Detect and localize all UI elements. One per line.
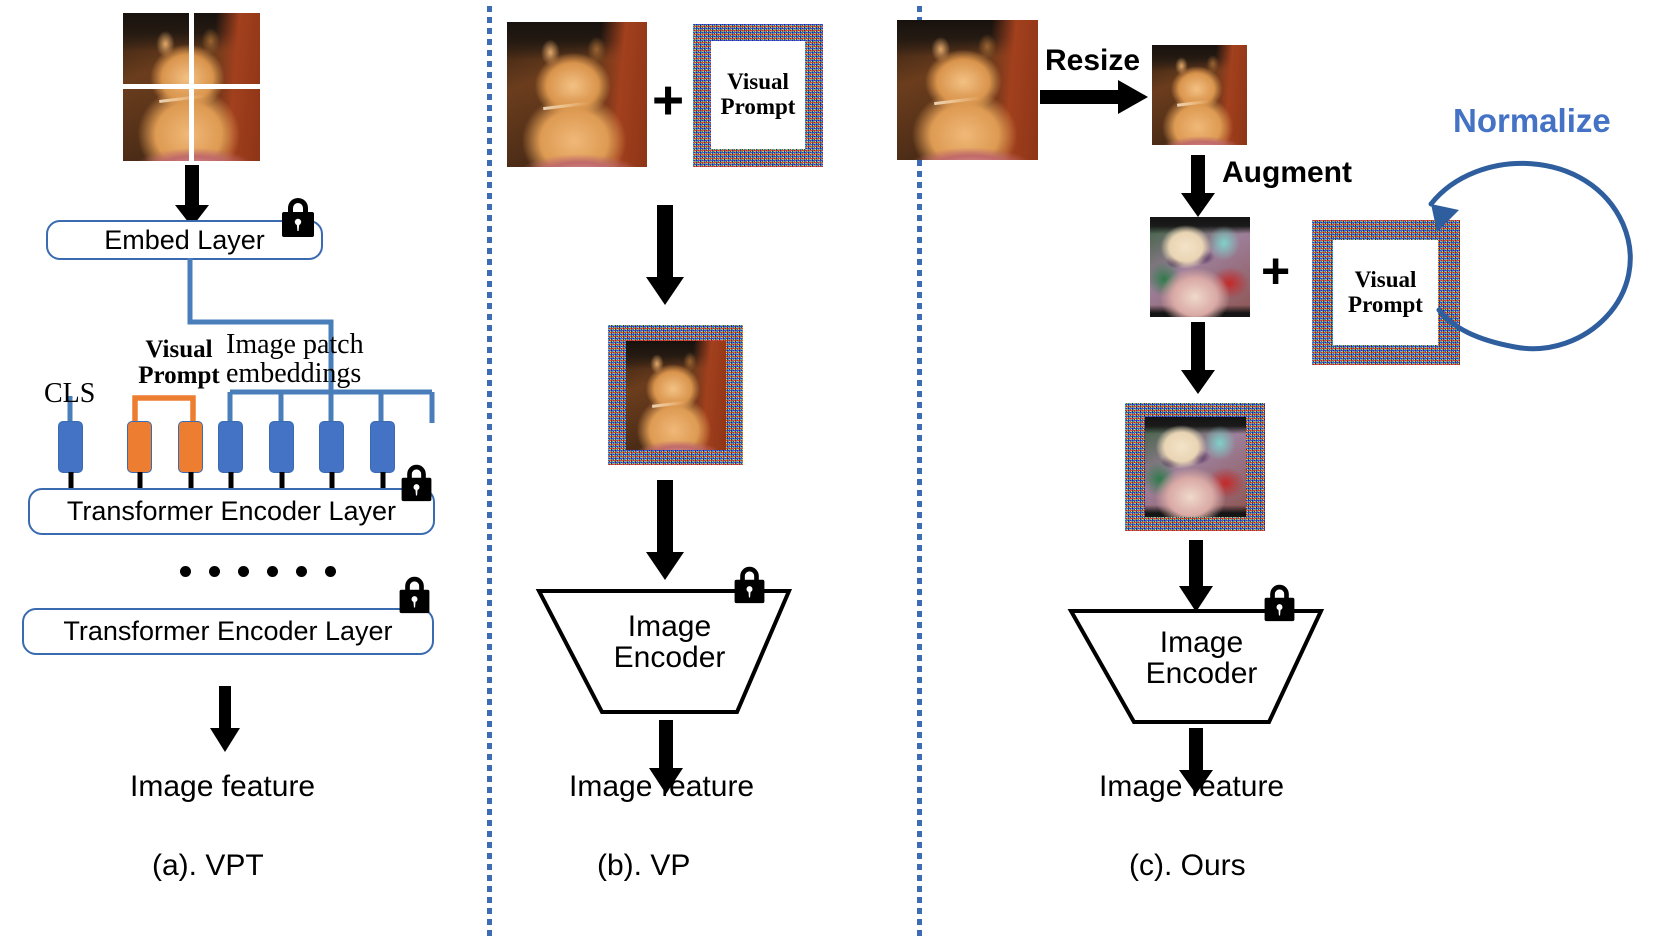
- composite-cat-c: [1145, 417, 1246, 517]
- image-feature-label-a: Image feature: [130, 770, 316, 803]
- transformer-encoder-layer-top[interactable]: Transformer Encoder Layer: [28, 488, 435, 535]
- lock-icon: [1264, 584, 1295, 622]
- lock-icon: [399, 576, 430, 614]
- visual-prompt-line1-b: Visual: [727, 69, 789, 95]
- plus-sign-c: +: [1261, 243, 1291, 299]
- patch-embeddings-line1: Image patch: [226, 329, 364, 360]
- embed-layer-label: Embed Layer: [104, 224, 265, 255]
- panel-vpt: Embed Layer CLS Visual Prompt Image patc…: [0, 0, 487, 945]
- visual-prompt-label: Visual Prompt: [124, 337, 234, 389]
- augmented-cat-image-c: [1150, 217, 1250, 317]
- layers-ellipsis: [180, 566, 336, 577]
- normalize-loop-arrow: [1428, 160, 1633, 352]
- arrow-encoder-to-feature: [210, 686, 240, 752]
- visual-prompt-window-b: Visual Prompt: [711, 41, 805, 149]
- lock-icon: [734, 566, 765, 604]
- image-encoder-c[interactable]: Image Encoder: [1067, 608, 1334, 726]
- lock-icon: [282, 198, 314, 237]
- prompted-image-c: [1125, 403, 1265, 531]
- composite-cat-b: [626, 341, 726, 450]
- visual-prompt-label-line2: Prompt: [138, 362, 220, 389]
- patch-embeddings-label: Image patch embeddings: [226, 330, 426, 388]
- normalize-label: Normalize: [1453, 102, 1611, 139]
- arrow-augment: [1181, 155, 1215, 217]
- visual-prompt-frame-b: Visual Prompt: [693, 24, 823, 167]
- token-patch-4[interactable]: [370, 421, 395, 473]
- panel-ours: Resize Augment + Visual Prompt Normalize: [897, 0, 1663, 945]
- token-prompt-2[interactable]: [178, 421, 203, 473]
- token-patch-1[interactable]: [218, 421, 243, 473]
- arrow-sum-to-composite-b: [646, 205, 684, 305]
- image-feature-label-c: Image feature: [1099, 770, 1285, 803]
- patched-cat-image: [123, 13, 260, 161]
- cls-label: CLS: [44, 378, 96, 409]
- prompted-image-b: [608, 325, 743, 465]
- arrow-composite-to-encoder-c: [1179, 540, 1213, 612]
- resize-label: Resize: [1045, 44, 1141, 77]
- image-feature-label-b: Image feature: [569, 770, 755, 803]
- panel-caption-b: (b). VP: [597, 849, 691, 882]
- panel-vp: + Visual Prompt Image Encoder Image feat…: [487, 0, 917, 945]
- resized-cat-image-c: [1152, 45, 1247, 145]
- visual-prompt-line2-b: Prompt: [720, 94, 796, 119]
- transformer-encoder-bottom-label: Transformer Encoder Layer: [63, 616, 393, 646]
- plus-sign-b: +: [652, 69, 685, 131]
- panel-caption-a: (a). VPT: [152, 849, 264, 882]
- visual-prompt-label-line1: Visual: [145, 336, 213, 363]
- lock-icon: [401, 464, 432, 502]
- token-cls[interactable]: [58, 421, 83, 473]
- token-patch-2[interactable]: [269, 421, 294, 473]
- patch-embeddings-line2: embeddings: [226, 358, 362, 390]
- augment-label: Augment: [1222, 156, 1352, 189]
- panel-caption-c: (c). Ours: [1129, 849, 1246, 882]
- token-patch-3[interactable]: [319, 421, 344, 473]
- arrow-composite-to-encoder-b: [646, 480, 684, 580]
- image-encoder-b[interactable]: Image Encoder: [535, 588, 802, 716]
- token-prompt-1[interactable]: [127, 421, 152, 473]
- patch-grid-horizontal: [123, 84, 260, 89]
- arrow-image-to-embed: [175, 165, 209, 227]
- transformer-encoder-top-label: Transformer Encoder Layer: [66, 496, 397, 526]
- transformer-encoder-layer-bottom[interactable]: Transformer Encoder Layer: [22, 608, 434, 655]
- input-cat-image-c: [897, 20, 1038, 160]
- input-cat-image-b: [507, 22, 647, 167]
- figure-canvas: Embed Layer CLS Visual Prompt Image patc…: [0, 0, 1663, 945]
- arrow-resize: [1040, 80, 1148, 114]
- arrow-augmented-to-composite: [1181, 322, 1215, 394]
